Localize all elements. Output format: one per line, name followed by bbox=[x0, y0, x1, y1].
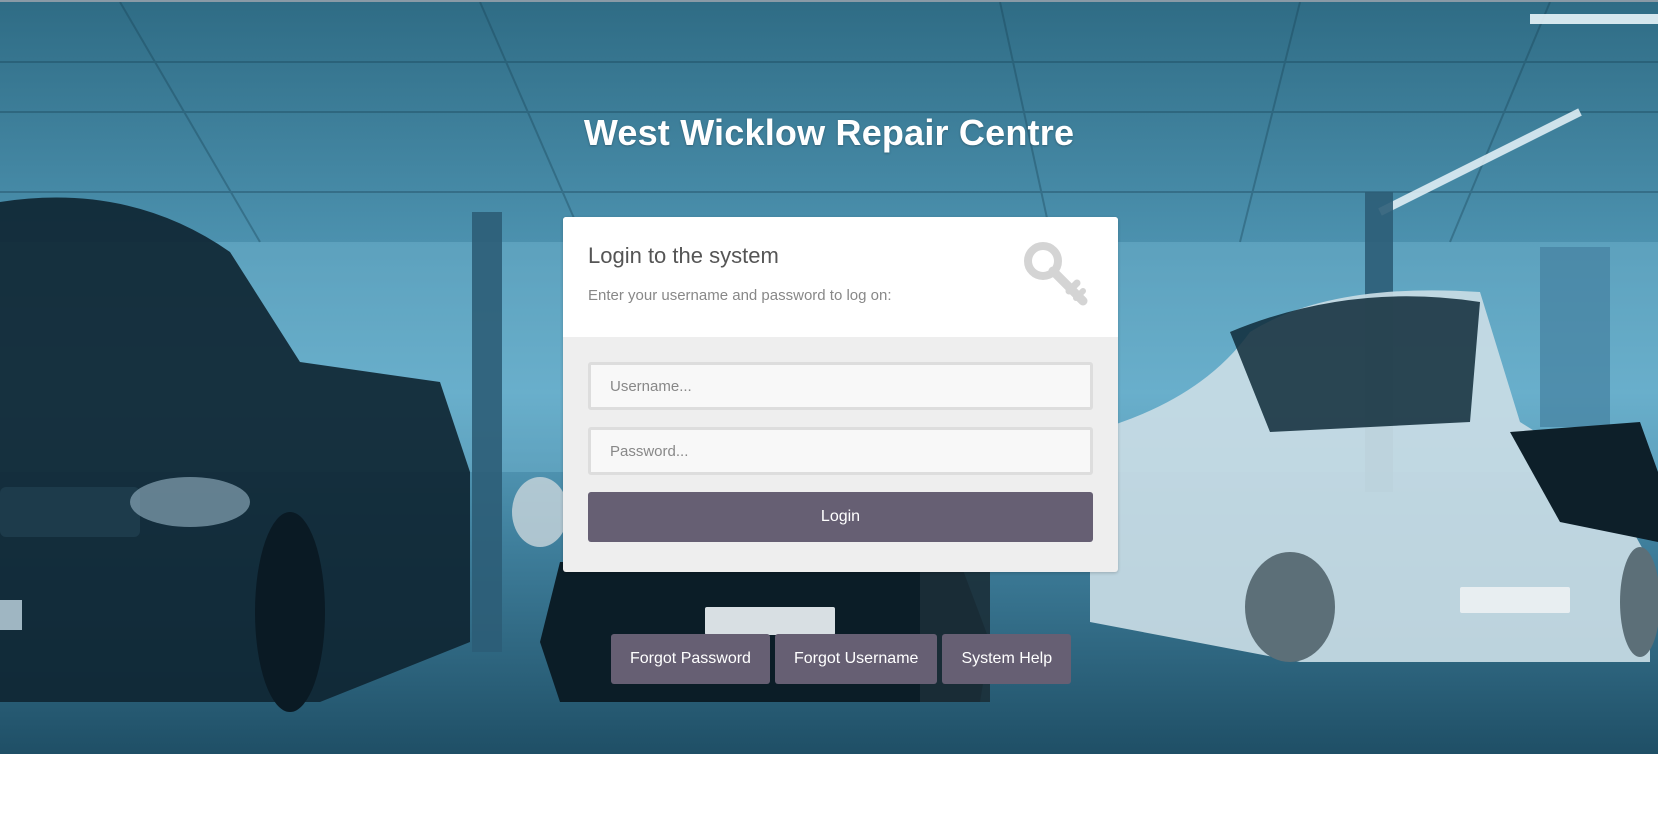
forgot-password-button[interactable]: Forgot Password bbox=[611, 634, 770, 684]
login-button[interactable]: Login bbox=[588, 492, 1093, 542]
page-title: West Wicklow Repair Centre bbox=[583, 112, 1075, 153]
username-input[interactable] bbox=[588, 362, 1093, 410]
login-form-header: Login to the system Enter your username … bbox=[563, 217, 1118, 337]
password-input[interactable] bbox=[588, 427, 1093, 475]
help-links: Forgot Password Forgot Username System H… bbox=[611, 634, 1072, 684]
login-form: Login to the system Enter your username … bbox=[563, 217, 1118, 572]
login-heading: Login to the system bbox=[588, 243, 779, 268]
forgot-username-button[interactable]: Forgot Username bbox=[774, 634, 938, 684]
login-page: West Wicklow Repair Centre Forgot Passwo… bbox=[0, 0, 1658, 826]
login-instructions: Enter your username and password to log … bbox=[588, 287, 892, 304]
key-icon bbox=[1024, 242, 1088, 306]
system-help-button[interactable]: System Help bbox=[942, 634, 1072, 684]
